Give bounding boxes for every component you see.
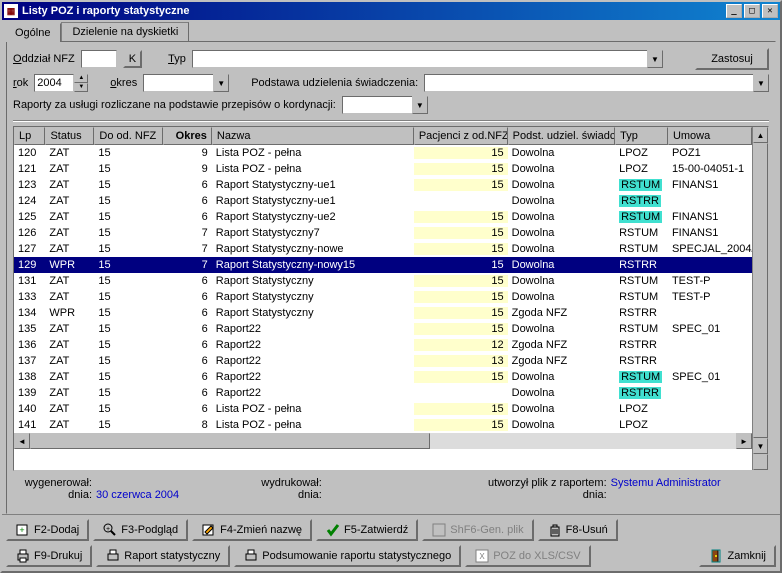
close-button[interactable]: ✕ (762, 4, 778, 18)
data-grid[interactable]: Lp Status Do od. NFZ Okres Nazwa Pacjenc… (14, 127, 752, 470)
drukuj-button[interactable]: F9-Drukuj (6, 545, 92, 567)
typ-label: Typ (168, 53, 186, 65)
file-label: utworzył plik z raportem: (477, 477, 607, 489)
col-pacjenci[interactable]: Pacjenci z od.NFZ (414, 127, 508, 145)
file-user: Systemu Administrator (611, 477, 721, 489)
col-status[interactable]: Status (45, 127, 94, 145)
zastosuj-button[interactable]: Zastosuj (695, 48, 769, 70)
zamknij-button[interactable]: Zamknij (699, 545, 776, 567)
xls-button: XPOZ do XLS/CSV (465, 545, 590, 567)
table-row[interactable]: 125ZAT156Raport Statystyczny-ue215Dowoln… (14, 209, 752, 225)
podglad-button[interactable]: +F3-Podgląd (93, 519, 188, 541)
table-row[interactable]: 126ZAT157Raport Statystyczny715DowolnaRS… (14, 225, 752, 241)
rok-label: rok (13, 77, 28, 89)
tab-dyskietki[interactable]: Dzielenie na dyskietki (61, 22, 189, 41)
svg-text:+: + (106, 526, 110, 533)
table-row[interactable]: 121ZAT159Lista POZ - pełna15DowolnaLPOZ1… (14, 161, 752, 177)
typ-dropdown-icon[interactable]: ▼ (647, 50, 663, 68)
col-umowa[interactable]: Umowa (668, 127, 752, 145)
hscroll-right-icon[interactable]: ► (736, 433, 752, 449)
titlebar: ▦ Listy POZ i raporty statystyczne _ □ ✕ (2, 2, 780, 20)
minimize-button[interactable]: _ (726, 4, 742, 18)
okres-label: okres (110, 77, 137, 89)
raport-button[interactable]: Raport statystyczny (96, 545, 230, 567)
svg-text:X: X (480, 552, 486, 561)
window-title: Listy POZ i raporty statystyczne (22, 5, 726, 17)
podstawa-dropdown-icon[interactable]: ▼ (753, 74, 769, 92)
okres-dropdown-icon[interactable]: ▼ (213, 74, 229, 92)
table-row[interactable]: 136ZAT156Raport2212Zgoda NFZRSTRR (14, 337, 752, 353)
dodaj-button[interactable]: +F2-Dodaj (6, 519, 89, 541)
table-row[interactable]: 135ZAT156Raport2215DowolnaRSTUMSPEC_01 (14, 321, 752, 337)
table-row[interactable]: 139ZAT156Raport22DowolnaRSTRR (14, 385, 752, 401)
print-date-label: dnia: (247, 489, 322, 501)
table-row[interactable]: 138ZAT156Raport2215DowolnaRSTUMSPEC_01 (14, 369, 752, 385)
add-icon: + (16, 523, 30, 537)
table-row[interactable]: 131ZAT156Raport Statystyczny15DowolnaRST… (14, 273, 752, 289)
vscrollbar[interactable]: ▲ ▼ (752, 127, 768, 470)
print-icon (16, 549, 30, 563)
col-nfz[interactable]: Do od. NFZ (94, 127, 162, 145)
kord-label: Raporty za usługi rozliczane na podstawi… (13, 99, 336, 111)
zoom-icon: + (103, 523, 117, 537)
trash-icon (548, 523, 562, 537)
table-row[interactable]: 123ZAT156Raport Statystyczny-ue115Dowoln… (14, 177, 752, 193)
rok-down-icon[interactable]: ▼ (74, 83, 88, 92)
tab-ogolne[interactable]: Ogólne (4, 23, 61, 42)
gen-date-label: dnia: (17, 489, 92, 501)
table-row[interactable]: 124ZAT156Raport Statystyczny-ue1DowolnaR… (14, 193, 752, 209)
podstawa-label: Podstawa udzielenia świadczenia: (251, 77, 418, 89)
oddzial-input[interactable] (81, 50, 117, 68)
oddzial-label: Oddział NFZ (13, 53, 75, 65)
check-icon (326, 523, 340, 537)
scroll-corner (753, 454, 768, 470)
hscrollbar[interactable] (30, 433, 736, 449)
app-icon: ▦ (4, 4, 18, 18)
print-icon (106, 549, 120, 563)
table-row[interactable]: 140ZAT156Lista POZ - pełna15DowolnaLPOZ (14, 401, 752, 417)
table-row[interactable]: 134WPR156Raport Statystyczny15Zgoda NFZR… (14, 305, 752, 321)
divider (13, 120, 769, 122)
file-date-label: dnia: (477, 489, 607, 501)
usun-button[interactable]: F8-Usuń (538, 519, 618, 541)
gen-label: wygenerował: (17, 477, 92, 489)
col-podst[interactable]: Podst. udziel. świadcz. (508, 127, 615, 145)
kord-select[interactable] (342, 96, 412, 114)
table-row[interactable]: 120ZAT159Lista POZ - pełna15DowolnaLPOZP… (14, 145, 752, 161)
kord-dropdown-icon[interactable]: ▼ (412, 96, 428, 114)
col-typ[interactable]: Typ (615, 127, 668, 145)
table-row[interactable]: 137ZAT156Raport2213Zgoda NFZRSTRR (14, 353, 752, 369)
table-row[interactable]: 129WPR157Raport Statystyczny-nowy1515Dow… (14, 257, 752, 273)
table-row[interactable]: 133ZAT156Raport Statystyczny15DowolnaRST… (14, 289, 752, 305)
zatwierdz-button[interactable]: F5-Zatwierdź (316, 519, 418, 541)
table-row[interactable]: 141ZAT158Lista POZ - pełna15DowolnaLPOZ (14, 417, 752, 433)
col-okres[interactable]: Okres (163, 127, 212, 145)
maximize-button[interactable]: □ (744, 4, 760, 18)
vscroll-down-icon[interactable]: ▼ (753, 438, 768, 454)
podsumowanie-button[interactable]: Podsumowanie raportu statystycznego (234, 545, 461, 567)
door-icon (709, 549, 723, 563)
gen-date: 30 czerwca 2004 (96, 489, 179, 501)
excel-icon: X (475, 549, 489, 563)
oddzial-k-button[interactable]: K (123, 50, 142, 68)
disk-icon (432, 523, 446, 537)
table-row[interactable]: 127ZAT157Raport Statystyczny-nowe15Dowol… (14, 241, 752, 257)
vscroll-up-icon[interactable]: ▲ (753, 127, 768, 143)
svg-text:+: + (19, 525, 24, 535)
col-nazwa[interactable]: Nazwa (212, 127, 414, 145)
hscroll-left-icon[interactable]: ◄ (14, 433, 30, 449)
tabstrip: Ogólne Dzielenie na dyskietki (2, 20, 780, 41)
edit-icon (202, 523, 216, 537)
typ-select[interactable] (192, 50, 647, 68)
zmien-button[interactable]: F4-Zmień nazwę (192, 519, 312, 541)
rok-input[interactable] (34, 74, 74, 92)
print-label: wydrukował: (247, 477, 322, 489)
okres-select[interactable] (143, 74, 213, 92)
col-lp[interactable]: Lp (14, 127, 45, 145)
rok-up-icon[interactable]: ▲ (74, 74, 88, 83)
podstawa-select[interactable] (424, 74, 753, 92)
print-icon (244, 549, 258, 563)
gen-plik-button: ShF6-Gen. plik (422, 519, 533, 541)
